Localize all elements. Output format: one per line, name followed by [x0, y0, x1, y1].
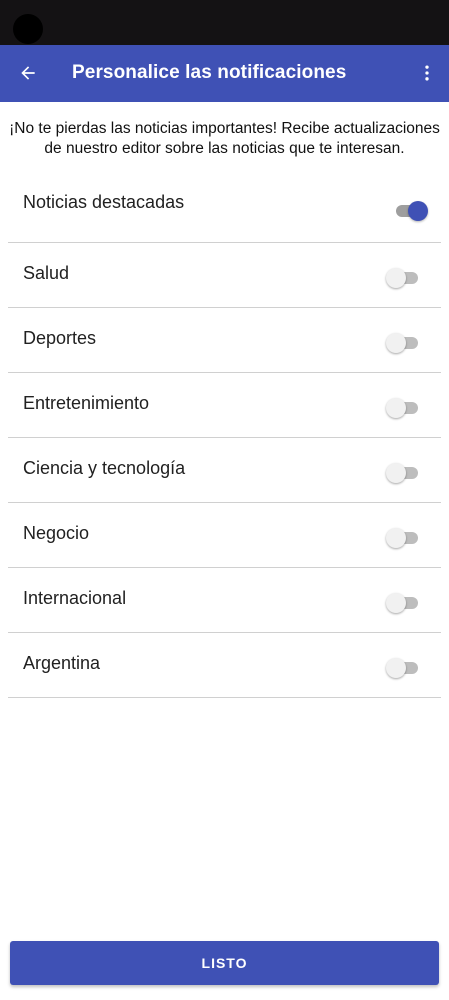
topic-switch[interactable] — [386, 332, 420, 354]
topic-label: Internacional — [23, 588, 127, 608]
topic-row-deportes[interactable]: Deportes — [8, 308, 441, 373]
switch-thumb — [386, 593, 406, 613]
topic-label: Deportes — [23, 328, 97, 348]
switch-thumb — [386, 333, 406, 353]
intro-line-2: de nuestro editor sobre las noticias que… — [44, 140, 405, 157]
topic-row-ciencia-y-tecnologia[interactable]: Ciencia y tecnología — [8, 438, 441, 503]
topic-label: Salud — [23, 263, 70, 283]
switch-thumb — [386, 463, 406, 483]
back-button[interactable] — [14, 59, 42, 87]
topic-label: Entretenimiento — [23, 393, 150, 413]
topic-switch[interactable] — [394, 200, 428, 222]
switch-thumb — [386, 398, 406, 418]
switch-thumb — [386, 658, 406, 678]
topic-row-entretenimiento[interactable]: Entretenimiento — [8, 373, 441, 438]
done-button[interactable]: LISTO — [10, 941, 439, 985]
topics-list: Noticias destacadas Salud Deportes Entre… — [8, 172, 441, 698]
more-vert-icon — [425, 65, 429, 81]
topic-label: Negocio — [23, 523, 90, 543]
topic-row-negocio[interactable]: Negocio — [8, 503, 441, 568]
status-bar — [0, 0, 449, 45]
topic-switch[interactable] — [386, 527, 420, 549]
switch-thumb — [408, 201, 428, 221]
topic-switch[interactable] — [386, 267, 420, 289]
topic-label: Ciencia y tecnología — [23, 458, 186, 478]
app-bar: Personalice las notificaciones — [0, 45, 449, 102]
switch-thumb — [386, 268, 406, 288]
topic-switch[interactable] — [386, 592, 420, 614]
camera-cutout — [13, 14, 43, 44]
page-title: Personalice las notificaciones — [72, 62, 347, 83]
topic-row-salud[interactable]: Salud — [8, 243, 441, 308]
topic-row-argentina[interactable]: Argentina — [8, 633, 441, 698]
intro-line-1: ¡No te pierdas las noticias importantes!… — [9, 120, 440, 137]
topic-row-noticias-destacadas[interactable]: Noticias destacadas — [8, 172, 441, 243]
topic-label: Argentina — [23, 653, 101, 673]
overflow-menu-button[interactable] — [413, 59, 441, 87]
topic-switch[interactable] — [386, 657, 420, 679]
topic-row-internacional[interactable]: Internacional — [8, 568, 441, 633]
topic-label: Noticias destacadas — [23, 192, 185, 212]
arrow-back-icon — [21, 66, 35, 80]
topic-switch[interactable] — [386, 462, 420, 484]
intro-text: ¡No te pierdas las noticias importantes!… — [0, 119, 449, 159]
topic-switch[interactable] — [386, 397, 420, 419]
switch-thumb — [386, 528, 406, 548]
